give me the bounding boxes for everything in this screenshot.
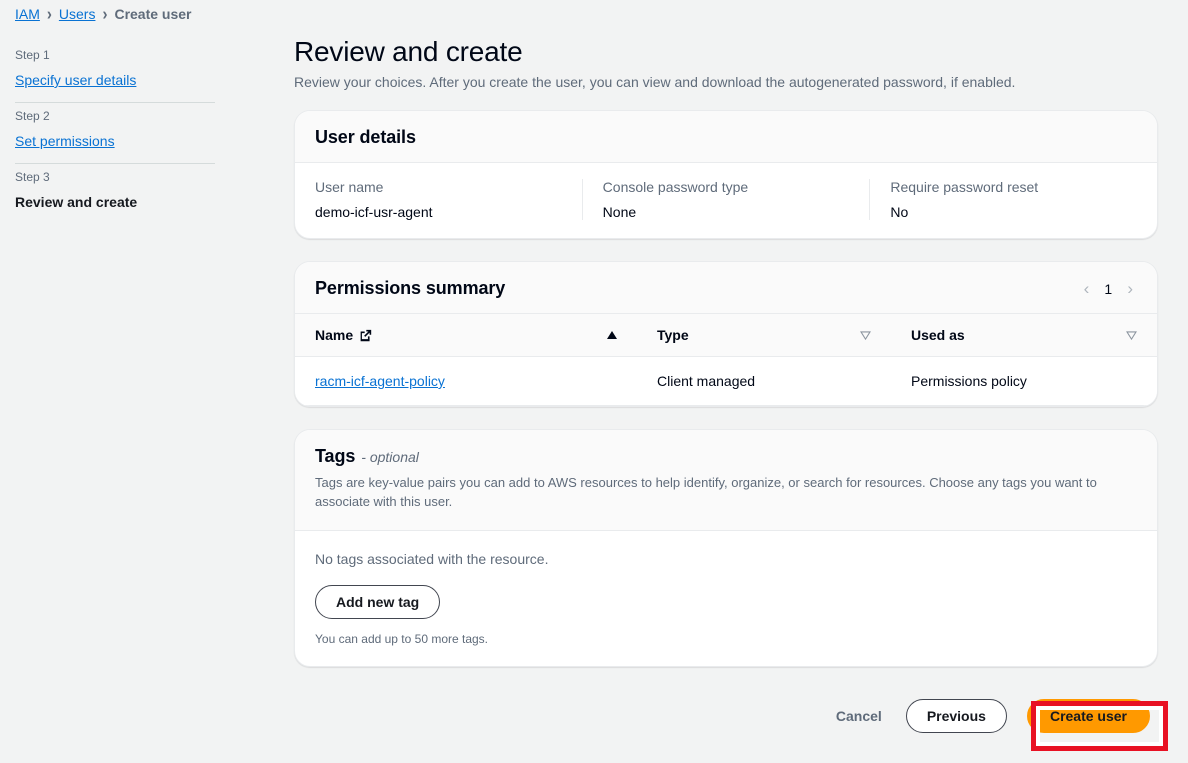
detail-console-password-type-value: None	[602, 204, 637, 220]
detail-require-password-reset: Require password reset No	[869, 179, 1157, 220]
tags-title: Tags	[315, 446, 356, 466]
sort-descending-outline-icon[interactable]	[1126, 330, 1137, 340]
permissions-table: Name Type Used as racm-icf-agent-policy …	[295, 313, 1157, 406]
previous-button[interactable]: Previous	[905, 698, 1007, 733]
wizard-step-1-link[interactable]: Specify user details	[15, 72, 217, 88]
create-user-button[interactable]: Create user	[1026, 698, 1150, 733]
sort-descending-outline-icon[interactable]	[860, 330, 871, 340]
wizard-step-2: Step 2 Set permissions	[15, 103, 217, 163]
wizard-step-2-link[interactable]: Set permissions	[15, 133, 217, 149]
column-header-used-as-label: Used as	[911, 327, 965, 343]
permissions-pagination: ‹ 1 ›	[1084, 280, 1137, 297]
user-details-card-header: User details	[295, 111, 1157, 163]
permissions-summary-card: Permissions summary ‹ 1 › Name Type Used…	[294, 261, 1158, 407]
column-header-type-label: Type	[657, 327, 689, 343]
external-link-icon	[359, 329, 372, 342]
permissions-summary-title: Permissions summary	[315, 278, 506, 298]
sort-ascending-icon[interactable]	[607, 331, 617, 339]
tags-limit-hint: You can add up to 50 more tags.	[315, 631, 489, 646]
add-new-tag-button[interactable]: Add new tag	[315, 584, 441, 619]
pagination-page-number[interactable]: 1	[1103, 281, 1113, 297]
chevron-left-icon[interactable]: ‹	[1084, 280, 1090, 297]
detail-require-password-reset-key: Require password reset	[890, 179, 1039, 195]
main-content: Review and create Review your choices. A…	[262, 0, 1188, 763]
breadcrumb-item-users[interactable]: Users	[59, 6, 96, 22]
footer-actions: Cancel Previous Create user	[294, 689, 1158, 733]
breadcrumb-separator-icon: ›	[102, 4, 108, 24]
tags-card: Tags - optional Tags are key-value pairs…	[294, 429, 1158, 667]
wizard-step-3-number: Step 3	[15, 170, 50, 184]
table-row: racm-icf-agent-policy Client managed Per…	[295, 356, 1157, 406]
page-subtitle: Review your choices. After you create th…	[294, 74, 1016, 90]
breadcrumb-item-iam[interactable]: IAM	[15, 6, 40, 22]
detail-user-name-value: demo-icf-usr-agent	[315, 204, 433, 220]
detail-console-password-type-key: Console password type	[602, 179, 749, 195]
breadcrumb-item-create-user: Create user	[114, 6, 192, 22]
detail-user-name-key: User name	[315, 179, 384, 195]
breadcrumb: IAM › Users › Create user	[15, 4, 192, 24]
detail-console-password-type: Console password type None	[581, 179, 870, 220]
tags-empty-message: No tags associated with the resource.	[315, 550, 549, 567]
tags-description: Tags are key-value pairs you can add to …	[315, 475, 1097, 509]
cell-policy-used-as: Permissions policy	[891, 356, 1157, 406]
wizard-step-2-number: Step 2	[15, 109, 50, 123]
wizard-step-1: Step 1 Specify user details	[15, 42, 217, 102]
wizard-step-3: Step 3 Review and create	[15, 164, 217, 224]
tags-optional-label: - optional	[361, 449, 419, 465]
cancel-button[interactable]: Cancel	[832, 700, 886, 732]
detail-require-password-reset-value: No	[890, 204, 909, 220]
wizard-step-1-number: Step 1	[15, 48, 50, 62]
user-details-card: User details User name demo-icf-usr-agen…	[294, 110, 1158, 239]
table-header-row: Name Type Used as	[295, 313, 1157, 357]
column-header-name-label: Name	[315, 327, 354, 343]
column-header-used-as[interactable]: Used as	[891, 313, 1157, 357]
breadcrumb-separator-icon: ›	[46, 4, 52, 24]
column-header-name[interactable]: Name	[295, 313, 637, 357]
page-title: Review and create	[294, 36, 523, 67]
detail-user-name: User name demo-icf-usr-agent	[295, 179, 582, 220]
cell-policy-name: racm-icf-agent-policy	[295, 356, 637, 406]
user-details-title: User details	[315, 127, 416, 147]
wizard-navigation: Step 1 Specify user details Step 2 Set p…	[0, 42, 232, 224]
cell-policy-type: Client managed	[637, 356, 891, 406]
policy-name-link[interactable]: racm-icf-agent-policy	[315, 373, 445, 389]
permissions-summary-card-header: Permissions summary ‹ 1 ›	[295, 262, 1157, 313]
wizard-step-3-label: Review and create	[15, 194, 138, 210]
chevron-right-icon[interactable]: ›	[1127, 280, 1133, 297]
column-header-type[interactable]: Type	[637, 313, 891, 357]
user-details-grid: User name demo-icf-usr-agent Console pas…	[295, 163, 1157, 238]
tags-card-header: Tags - optional Tags are key-value pairs…	[295, 430, 1157, 531]
